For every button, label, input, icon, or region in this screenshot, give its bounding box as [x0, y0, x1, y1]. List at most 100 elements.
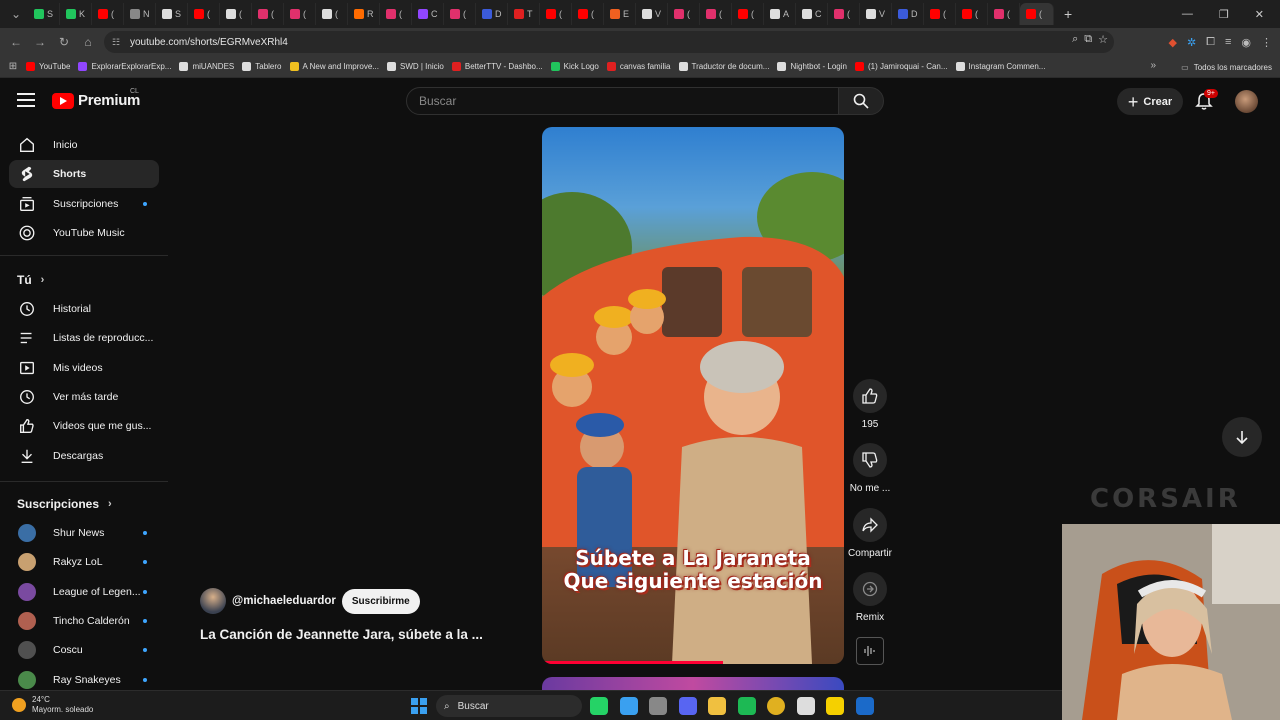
search-button[interactable]: [838, 87, 884, 115]
browser-tab[interactable]: (: [220, 3, 252, 25]
browser-tab[interactable]: (: [924, 3, 956, 25]
browser-tab[interactable]: (: [828, 3, 860, 25]
dislike-button[interactable]: No me ...: [847, 443, 893, 494]
sidebar-channel-item[interactable]: Tincho Calderón: [9, 607, 159, 635]
windows-start-icon[interactable]: [411, 698, 427, 714]
channel-avatar[interactable]: [200, 588, 226, 614]
short-video-player[interactable]: Súbete a La Jaraneta Que siguiente estac…: [542, 127, 844, 664]
browser-tab[interactable]: N: [124, 3, 156, 25]
sticky-notes-icon[interactable]: [826, 697, 844, 715]
obs-icon[interactable]: [796, 697, 815, 715]
browser-tab[interactable]: T: [508, 3, 540, 25]
sidebar-item[interactable]: Descargas: [9, 442, 159, 470]
sidebar-channel-item[interactable]: Rakyz LoL: [9, 548, 159, 576]
browser-tab[interactable]: (: [668, 3, 700, 25]
browser-tab[interactable]: D: [476, 3, 508, 25]
guide-menu-icon[interactable]: [17, 93, 35, 107]
sidebar-item[interactable]: Shorts: [9, 160, 159, 189]
bookmark-star-icon[interactable]: ☆: [1098, 33, 1108, 46]
browser-tab[interactable]: (: [700, 3, 732, 25]
create-button[interactable]: + Crear: [1117, 88, 1183, 115]
sidebar-channel-item[interactable]: League of Legen...: [9, 578, 159, 606]
steam-icon[interactable]: [855, 697, 874, 715]
channel-name[interactable]: @michaeleduardor: [232, 595, 336, 607]
browser-tab[interactable]: R: [348, 3, 380, 25]
bookmark-item[interactable]: A New and Improve...: [289, 62, 387, 71]
browser-tab[interactable]: (: [732, 3, 764, 25]
more-bookmarks-icon[interactable]: »: [1150, 60, 1156, 71]
notepad-icon[interactable]: [619, 697, 638, 715]
browser-tab[interactable]: (: [956, 3, 988, 25]
browser-tab[interactable]: (: [444, 3, 476, 25]
browser-tab[interactable]: (: [284, 3, 316, 25]
you-section-header[interactable]: Tú ›: [17, 273, 44, 287]
youtube-premium-logo[interactable]: Premium CL: [52, 88, 140, 109]
video-progress-bar[interactable]: [542, 661, 724, 664]
sidebar-item[interactable]: Ver más tarde: [9, 383, 159, 411]
browser-tab[interactable]: (: [380, 3, 412, 25]
sidebar-channel-item[interactable]: Coscu: [9, 636, 159, 664]
remix-button[interactable]: Remix: [847, 572, 893, 623]
sidebar-item[interactable]: Historial: [9, 295, 159, 323]
chrome-icon[interactable]: [767, 697, 785, 715]
zoom-icon[interactable]: ⌕: [1072, 33, 1078, 46]
sidebar-item[interactable]: Listas de reproducc...: [9, 324, 159, 352]
bookmark-item[interactable]: ExplorarExplorarExp...: [78, 62, 179, 71]
bookmark-item[interactable]: YouTube: [26, 62, 78, 71]
bookmark-item[interactable]: Kick Logo: [550, 62, 607, 71]
browser-tab[interactable]: V: [636, 3, 668, 25]
browser-tab[interactable]: (: [572, 3, 604, 25]
sidebar-item[interactable]: Suscripciones: [9, 190, 159, 218]
short-title[interactable]: La Canción de Jeannette Jara, súbete a l…: [200, 627, 483, 642]
browser-tab[interactable]: (: [988, 3, 1020, 25]
subscribe-button[interactable]: Suscribirme: [341, 588, 420, 614]
bookmark-item[interactable]: Traductor de docum...: [678, 62, 778, 71]
bookmark-item[interactable]: canvas familia: [606, 62, 679, 71]
browser-tab[interactable]: K: [60, 3, 92, 25]
profile-icon[interactable]: ◉: [1241, 36, 1251, 49]
back-icon[interactable]: ←: [4, 35, 28, 49]
bookmark-item[interactable]: (1) Jamiroquai - Can...: [854, 62, 956, 71]
next-short-button[interactable]: [1222, 417, 1262, 457]
whatsapp-icon[interactable]: [590, 697, 608, 715]
all-bookmarks-button[interactable]: ▭ Todos los marcadores: [1181, 56, 1272, 78]
site-info-icon[interactable]: ☷: [112, 37, 124, 48]
browser-tab[interactable]: (: [252, 3, 284, 25]
search-input[interactable]: Buscar: [406, 87, 839, 115]
account-avatar[interactable]: [1235, 90, 1258, 113]
taskbar-search[interactable]: ⌕ Buscar: [436, 695, 582, 717]
sidebar-item[interactable]: Videos que me gus...: [9, 412, 159, 440]
bookmark-item[interactable]: Tablero: [242, 62, 289, 71]
bookmark-item[interactable]: miUANDES: [179, 62, 242, 71]
weather-widget[interactable]: 24°C Mayorm. soleado: [12, 695, 93, 715]
xbox-icon[interactable]: [649, 697, 667, 715]
spotify-icon[interactable]: [737, 697, 756, 715]
browser-tab[interactable]: D: [892, 3, 924, 25]
minimize-icon[interactable]: —: [1182, 8, 1193, 20]
browser-tab[interactable]: (: [540, 3, 572, 25]
folder-icon[interactable]: [708, 697, 726, 715]
browser-tab[interactable]: V: [860, 3, 892, 25]
bookmark-item[interactable]: Instagram Commen...: [955, 62, 1054, 71]
bookmark-item[interactable]: Nightbot - Login: [777, 62, 854, 71]
extension-translate-icon[interactable]: ✲: [1187, 36, 1196, 49]
extension-fox-icon[interactable]: ◆: [1168, 36, 1176, 49]
install-icon[interactable]: ⧉: [1084, 33, 1092, 46]
browser-tab[interactable]: (: [188, 3, 220, 25]
apps-grid-icon[interactable]: ⊞: [0, 61, 26, 72]
browser-tab[interactable]: (: [1020, 3, 1054, 25]
media-controls-icon[interactable]: ≡: [1225, 36, 1231, 48]
browser-menu-icon[interactable]: ⋮: [1261, 36, 1272, 49]
bookmark-item[interactable]: SWD | Inicio: [386, 62, 452, 71]
new-tab-button[interactable]: +: [1064, 6, 1072, 22]
sidebar-item[interactable]: Inicio: [9, 131, 159, 159]
browser-tab[interactable]: E: [604, 3, 636, 25]
sound-button[interactable]: [856, 637, 884, 665]
sidebar-channel-item[interactable]: Shur News: [9, 519, 159, 547]
maximize-icon[interactable]: ❐: [1219, 8, 1229, 21]
address-bar[interactable]: ☷ youtube.com/shorts/EGRMveXRhl4 ⌕ ⧉ ☆: [104, 31, 1114, 53]
browser-tab[interactable]: (: [92, 3, 124, 25]
close-window-icon[interactable]: ✕: [1255, 8, 1264, 21]
browser-tab[interactable]: S: [28, 3, 60, 25]
forward-icon[interactable]: →: [28, 35, 52, 49]
